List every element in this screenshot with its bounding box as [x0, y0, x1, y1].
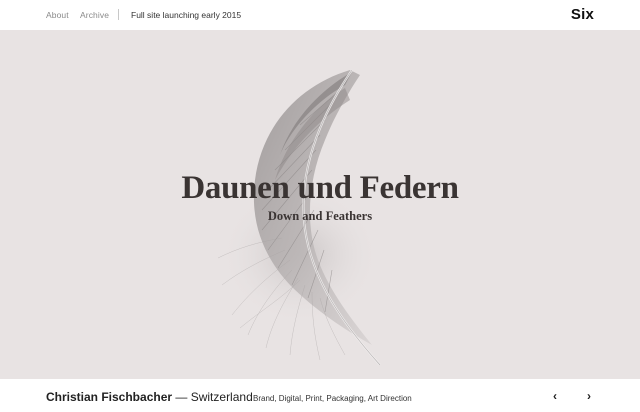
- next-arrow-icon[interactable]: ›: [582, 389, 596, 403]
- launch-announcement: Full site launching early 2015: [131, 10, 242, 20]
- hero-subtitle: Down and Feathers: [267, 209, 373, 223]
- nav-archive-link[interactable]: Archive: [80, 10, 109, 20]
- hero-title: Daunen und Federn: [181, 170, 459, 206]
- nav-about-link[interactable]: About: [46, 10, 69, 20]
- nav-divider: [118, 9, 119, 20]
- top-bar: About Archive Full site launching early …: [0, 0, 640, 30]
- project-info-bar: Christian Fischbacher — Switzerland Bran…: [0, 379, 640, 412]
- site-logo[interactable]: Six: [571, 6, 594, 23]
- client-separator: —: [172, 390, 191, 404]
- client-location: Switzerland: [190, 390, 253, 404]
- client-line: Christian Fischbacher — Switzerland: [46, 390, 253, 404]
- previous-arrow-icon[interactable]: ‹: [548, 389, 562, 403]
- project-services: Brand, Digital, Print, Packaging, Art Di…: [253, 394, 412, 403]
- client-name: Christian Fischbacher: [46, 390, 173, 404]
- hero-section: Daunen und Federn Down and Feathers: [0, 30, 640, 379]
